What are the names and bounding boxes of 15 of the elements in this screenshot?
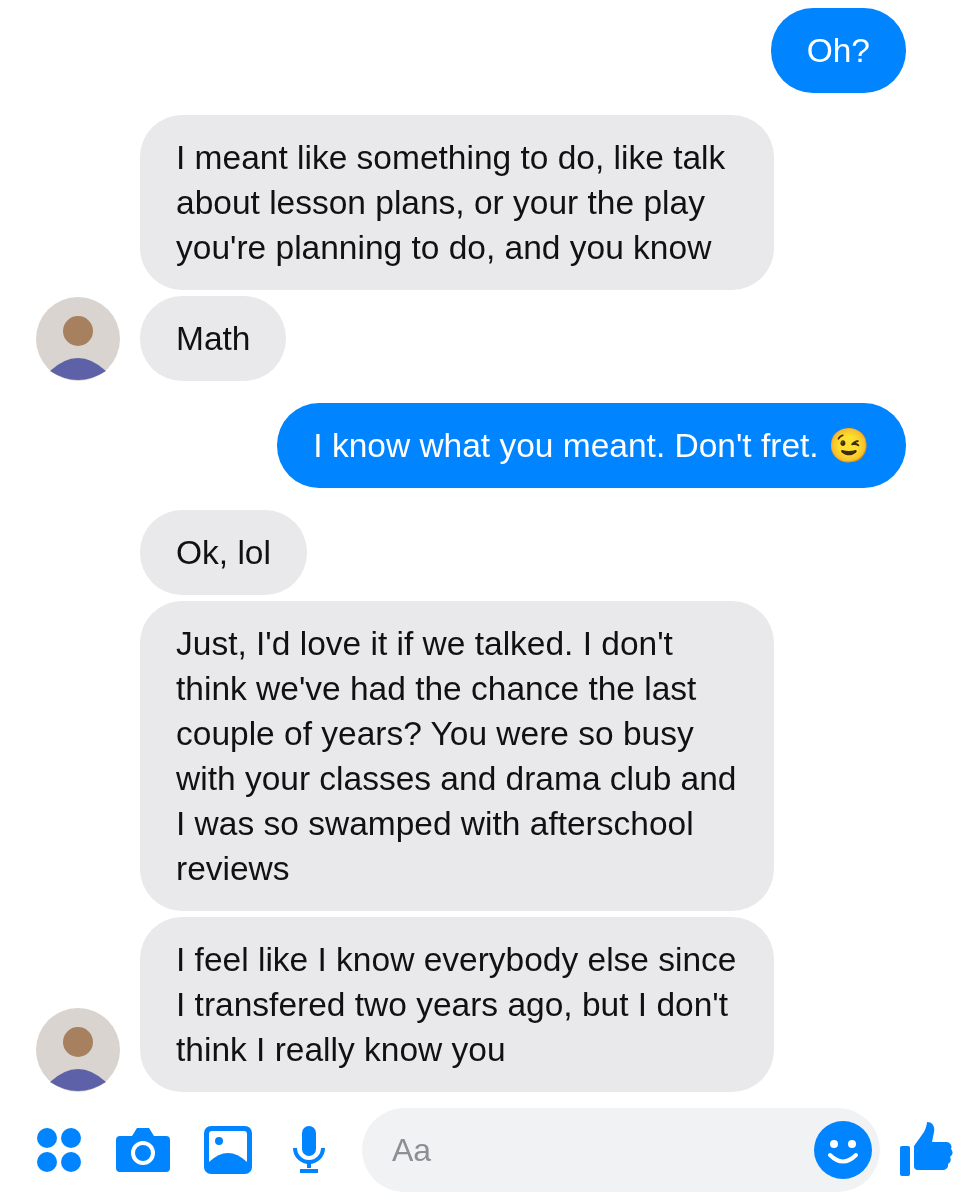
- message-bubble: Ok, lol: [140, 510, 307, 595]
- microphone-icon[interactable]: [292, 1126, 326, 1174]
- smiley-icon[interactable]: [814, 1121, 872, 1179]
- message-bubble: I feel like I know everybody else since I transfered two years ago, but I don't think I really know you: [140, 917, 774, 1092]
- message-bubble: Oh?: [770, 8, 906, 93]
- image-icon[interactable]: [204, 1126, 252, 1174]
- message-bubble: Math: [140, 296, 287, 381]
- message-bubble: Just, I'd love it if we talked. I don't think we've had the chance the last couple of years? You were so busy with your classes and drama club and I was so swamped with afterschool reviews: [140, 601, 774, 911]
- camera-icon[interactable]: [116, 1126, 170, 1174]
- message-bubble: I know what you meant. Don't fret. 😉: [277, 403, 906, 488]
- apps-icon[interactable]: [36, 1127, 82, 1173]
- text-input[interactable]: Aa: [390, 1130, 814, 1170]
- thumbs-up-icon[interactable]: [900, 1122, 954, 1178]
- message-bubble: I meant like something to do, like talk about lesson plans, or your the play you're planning to do, and you know: [140, 115, 774, 290]
- message-field[interactable]: Aa: [362, 1108, 880, 1192]
